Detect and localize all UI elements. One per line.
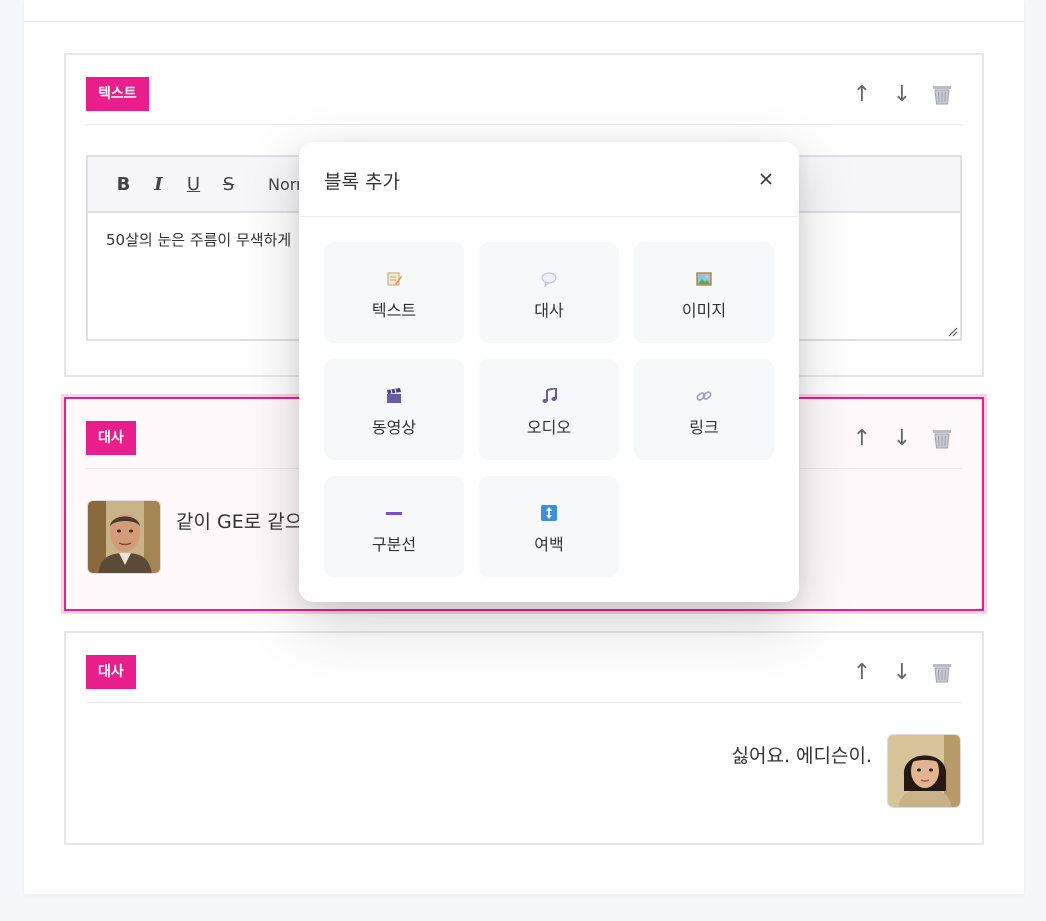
trash-icon	[933, 86, 951, 105]
top-divider	[24, 21, 1024, 22]
move-down-button[interactable]: ↓	[882, 655, 922, 689]
option-label: 이미지	[681, 300, 727, 320]
option-label: 동영상	[371, 417, 417, 437]
block-actions: ↑ ↓	[842, 77, 962, 111]
option-dialogue[interactable]: 대사	[479, 242, 619, 343]
block-header: 텍스트 ↑ ↓	[86, 77, 962, 125]
divider-icon	[384, 503, 404, 523]
music-note-icon	[539, 386, 559, 406]
resize-grip-icon[interactable]	[948, 327, 958, 337]
trash-icon	[933, 430, 951, 449]
block-header: 대사 ↑ ↓	[86, 655, 962, 703]
strike-button[interactable]: S	[211, 169, 246, 199]
modal-title: 블록 추가	[324, 171, 400, 193]
updown-arrow-icon	[539, 503, 559, 523]
move-down-button[interactable]: ↓	[882, 421, 922, 455]
move-up-button[interactable]: ↑	[842, 655, 882, 689]
option-divider[interactable]: 구분선	[324, 476, 464, 577]
move-up-button[interactable]: ↑	[842, 421, 882, 455]
italic-button[interactable]: I	[141, 169, 176, 199]
close-icon	[760, 173, 772, 185]
picture-icon	[694, 269, 714, 289]
delete-button[interactable]	[922, 421, 962, 455]
move-down-button[interactable]: ↓	[882, 77, 922, 111]
block-type-badge: 대사	[86, 421, 136, 455]
dialogue-text[interactable]: 싫어요. 에디슨이.	[732, 741, 872, 768]
option-label: 대사	[534, 300, 564, 320]
trash-icon	[933, 664, 951, 683]
memo-icon	[384, 269, 404, 289]
block-type-badge: 대사	[86, 655, 136, 689]
speech-bubble-icon	[539, 269, 559, 289]
avatar	[887, 734, 961, 808]
option-text[interactable]: 텍스트	[324, 242, 464, 343]
option-label: 구분선	[371, 534, 417, 554]
dialogue-block[interactable]: 대사 ↑ ↓ 싫어요. 에디슨이.	[64, 631, 984, 845]
modal-header: 블록 추가	[299, 142, 799, 217]
option-label: 여백	[534, 534, 564, 554]
close-button[interactable]	[753, 166, 779, 192]
option-audio[interactable]: 오디오	[479, 359, 619, 460]
option-image[interactable]: 이미지	[634, 242, 774, 343]
link-icon	[694, 386, 714, 406]
option-link[interactable]: 링크	[634, 359, 774, 460]
avatar	[87, 500, 161, 574]
bold-button[interactable]: B	[106, 169, 141, 199]
format-select[interactable]: Norr	[268, 175, 303, 194]
option-label: 링크	[689, 417, 719, 437]
block-actions: ↑ ↓	[842, 421, 962, 455]
delete-button[interactable]	[922, 77, 962, 111]
option-label: 오디오	[526, 417, 572, 437]
man-portrait-icon	[88, 501, 160, 573]
block-option-grid: 텍스트 대사 이미지 동영상 오디오 링크 구분선 여백	[324, 242, 774, 577]
move-up-button[interactable]: ↑	[842, 77, 882, 111]
add-block-modal: 블록 추가 텍스트 대사 이미지 동영상 오디오 링크 구분선 여백	[299, 142, 799, 602]
delete-button[interactable]	[922, 655, 962, 689]
woman-portrait-icon	[888, 735, 960, 807]
block-actions: ↑ ↓	[842, 655, 962, 689]
underline-button[interactable]: U	[176, 169, 211, 199]
block-type-badge: 텍스트	[86, 77, 149, 111]
option-spacing[interactable]: 여백	[479, 476, 619, 577]
option-label: 텍스트	[371, 300, 417, 320]
clapper-icon	[384, 386, 404, 406]
option-video[interactable]: 동영상	[324, 359, 464, 460]
dialogue-text[interactable]: 같이 GE로 같으	[176, 507, 302, 534]
